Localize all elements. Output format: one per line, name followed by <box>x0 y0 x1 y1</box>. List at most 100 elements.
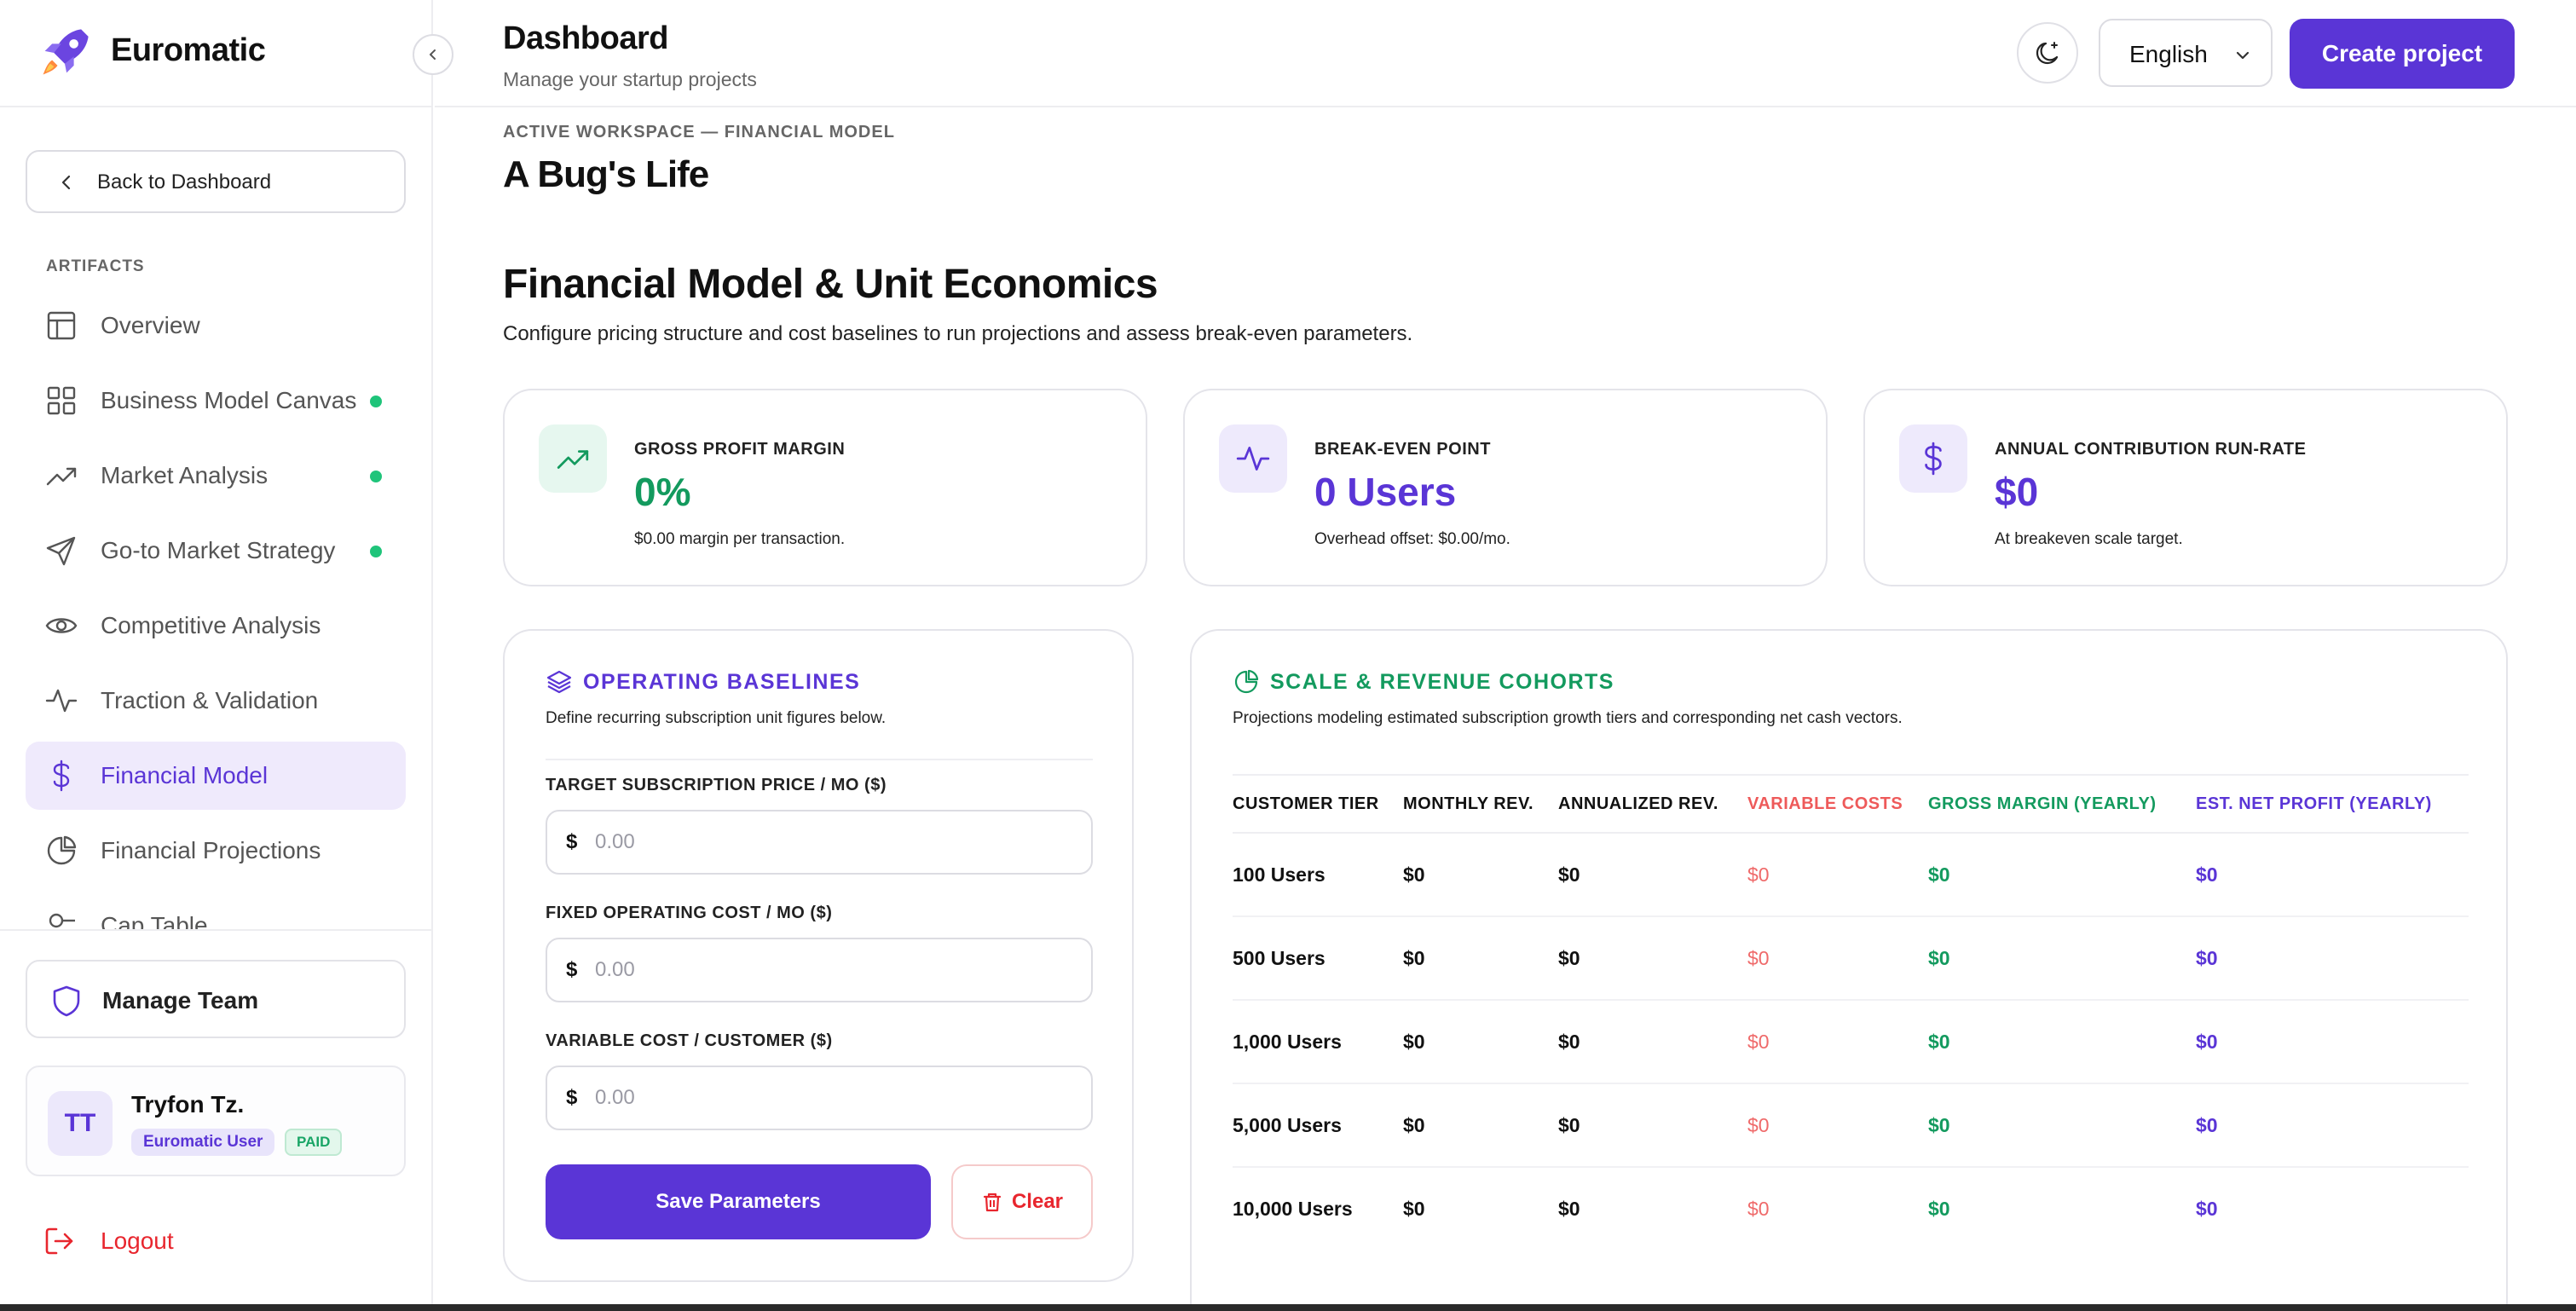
table-row: 10,000 Users $0 $0 $0 $0 $0 <box>1233 1167 2469 1250</box>
panel-title: OPERATING BASELINES <box>583 669 861 694</box>
cell-variable: $0 <box>1747 1198 1770 1220</box>
table-row: 5,000 Users $0 $0 $0 $0 $0 <box>1233 1083 2469 1168</box>
cell-tier: 1,000 Users <box>1233 1000 1403 1084</box>
page-subtitle: Manage your startup projects <box>503 68 757 90</box>
trending-up-icon <box>46 467 77 486</box>
field-label: FIXED OPERATING COST / MO ($) <box>546 904 833 922</box>
clear-button[interactable]: Clear <box>951 1164 1093 1239</box>
sidebar-item-label: Go-to Market Strategy <box>101 537 336 563</box>
pie-chart-icon <box>1234 669 1259 694</box>
kpi-label: ANNUAL CONTRIBUTION RUN-RATE <box>1995 440 2307 459</box>
manage-team-button[interactable]: Manage Team <box>26 960 406 1038</box>
subscription-price-field[interactable]: $ <box>546 810 1093 875</box>
user-name: Tryfon Tz. <box>131 1091 245 1118</box>
col-net-profit: EST. NET PROFIT (YEARLY) <box>2196 774 2469 834</box>
sidebar-item-competitive-analysis[interactable]: Competitive Analysis <box>26 592 406 660</box>
cell-monthly: $0 <box>1403 916 1558 1001</box>
sidebar-item-business-model-canvas[interactable]: Business Model Canvas <box>26 367 406 435</box>
kpi-value: 0% <box>634 470 691 514</box>
sidebar-item-overview[interactable]: Overview <box>26 292 406 360</box>
sidebar-item-financial-model[interactable]: Financial Model <box>26 742 406 810</box>
sidebar-divider <box>0 929 433 931</box>
sidebar-item-go-to-market-strategy[interactable]: Go-to Market Strategy <box>26 517 406 585</box>
cell-profit: $0 <box>2196 833 2469 917</box>
sidebar-item-label: Overview <box>101 312 200 338</box>
cell-monthly: $0 <box>1403 1000 1558 1084</box>
kpi-subtext: At breakeven scale target. <box>1995 530 2183 548</box>
rocket-logo-icon <box>43 29 89 75</box>
user-card[interactable]: TT Tryfon Tz. Euromatic User PAID <box>26 1066 406 1176</box>
layers-icon <box>546 670 572 694</box>
col-gross-margin: GROSS MARGIN (YEARLY) <box>1928 774 2196 834</box>
cell-monthly: $0 <box>1403 1198 1425 1220</box>
cell-variable: $0 <box>1747 1083 1928 1168</box>
brand-name: Euromatic <box>111 32 266 68</box>
section-subtitle: Configure pricing structure and cost bas… <box>503 322 1413 345</box>
sidebar-item-label: Financial Model <box>101 762 269 788</box>
sidebar-item-label: Financial Projections <box>101 837 321 863</box>
plan-badge: PAID <box>285 1129 343 1156</box>
sidebar-item-traction-validation[interactable]: Traction & Validation <box>26 667 406 735</box>
cap-table-icon <box>49 913 75 928</box>
status-dot <box>370 396 382 407</box>
brand-header: Euromatic <box>0 0 433 107</box>
kpi-icon-box <box>539 424 607 493</box>
back-to-dashboard-button[interactable]: Back to Dashboard <box>26 150 406 213</box>
cell-profit: $0 <box>2196 1083 2469 1168</box>
table-row: 1,000 Users $0 $0 $0 $0 $0 <box>1233 1000 2469 1084</box>
currency-symbol: $ <box>566 1086 578 1109</box>
sidebar-item-financial-projections[interactable]: Financial Projections <box>26 817 406 885</box>
cell-margin: $0 <box>1928 1083 2196 1168</box>
moon-icon <box>2036 42 2059 65</box>
table-row: 100 Users $0 $0 $0 $0 $0 <box>1233 833 2469 917</box>
variable-cost-input[interactable] <box>595 1083 1072 1113</box>
clear-label: Clear <box>1011 1190 1064 1213</box>
cell-tier: 5,000 Users <box>1233 1083 1403 1168</box>
panel-header: OPERATING BASELINES <box>546 668 860 696</box>
kpi-value: $0 <box>1995 470 2039 514</box>
chevron-left-icon <box>430 49 436 60</box>
kpi-subtext: $0.00 margin per transaction. <box>634 530 846 548</box>
cell-annual: $0 <box>1558 1000 1747 1084</box>
cell-annual: $0 <box>1558 833 1747 917</box>
sidebar-item-cap-table[interactable]: Cap Table <box>26 892 406 929</box>
dollar-icon <box>1925 442 1942 476</box>
cell-profit: $0 <box>2196 1000 2469 1084</box>
kpi-icon-box <box>1899 424 1967 493</box>
activity-icon <box>1236 447 1270 471</box>
variable-cost-field[interactable]: $ <box>546 1066 1093 1130</box>
cohorts-table: CUSTOMER TIER MONTHLY REV. ANNUALIZED RE… <box>1233 774 2469 1250</box>
user-role-badge: Euromatic User <box>131 1129 275 1156</box>
language-select[interactable]: English <box>2099 19 2273 87</box>
panel-description: Define recurring subscription unit figur… <box>546 709 887 727</box>
cell-margin: $0 <box>1928 1000 2196 1084</box>
sidebar-item-label: Market Analysis <box>101 462 269 488</box>
cell-margin: $0 <box>1928 833 2196 917</box>
save-parameters-button[interactable]: Save Parameters <box>546 1164 931 1239</box>
kpi-label: BREAK-EVEN POINT <box>1314 440 1491 459</box>
fixed-cost-input[interactable] <box>595 955 1072 985</box>
create-project-button[interactable]: Create project <box>2290 19 2515 89</box>
artifacts-section-label: ARTIFACTS <box>46 257 145 275</box>
kpi-value: 0 Users <box>1314 470 1457 514</box>
chevron-down-icon <box>2236 51 2250 60</box>
cell-margin: $0 <box>1928 916 2196 1001</box>
revenue-cohorts-panel: SCALE & REVENUE COHORTS Projections mode… <box>1190 629 2508 1311</box>
subscription-price-input[interactable] <box>595 827 1072 858</box>
cell-annual: $0 <box>1558 916 1747 1001</box>
manage-team-label: Manage Team <box>102 987 259 1014</box>
collapse-sidebar-button[interactable] <box>413 34 453 75</box>
col-monthly-rev: MONTHLY REV. <box>1403 774 1558 834</box>
panel-header: SCALE & REVENUE COHORTS <box>1233 668 1614 696</box>
workspace-name: A Bug's Life <box>503 153 709 195</box>
col-variable-costs: VARIABLE COSTS <box>1747 774 1928 834</box>
fixed-cost-field[interactable]: $ <box>546 938 1093 1002</box>
cell-monthly: $0 <box>1403 833 1558 917</box>
sidebar-item-market-analysis[interactable]: Market Analysis <box>26 442 406 510</box>
sidebar-item-label: Competitive Analysis <box>101 612 321 638</box>
logout-button[interactable]: Logout <box>26 1210 406 1270</box>
theme-toggle-button[interactable] <box>2017 22 2078 84</box>
kpi-icon-box <box>1219 424 1287 493</box>
sidebar: Euromatic Back to Dashboard ARTIFACTS Ov… <box>0 0 433 1311</box>
cell-profit: $0 <box>2196 916 2469 1001</box>
